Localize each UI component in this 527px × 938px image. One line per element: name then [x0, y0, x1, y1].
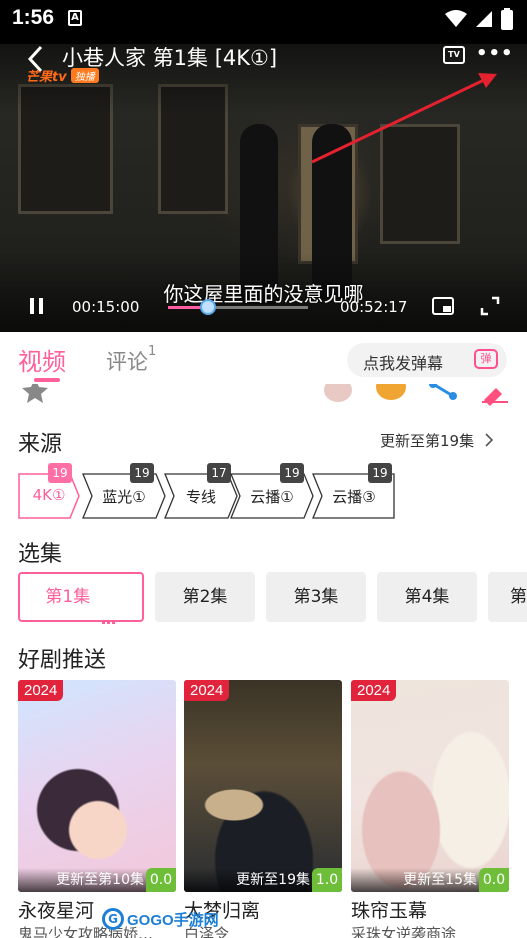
source-count: 19: [130, 463, 154, 483]
download-icon[interactable]: [376, 384, 406, 400]
recommend-card[interactable]: 2024 更新至19集 1.0 大梦归离 白泽令: [184, 680, 342, 938]
source-item-bluray[interactable]: 蓝光① 19: [82, 463, 166, 519]
avatar-icon[interactable]: [324, 384, 352, 402]
battery-icon: [501, 8, 513, 30]
source-count: 19: [48, 463, 72, 483]
recommend-title-text: 珠帘玉幕: [351, 900, 428, 922]
wifi-icon: [445, 10, 467, 27]
poster-update: 更新至第10集: [56, 872, 144, 888]
source-count: 19: [280, 463, 304, 483]
score-badge: 0.0: [479, 868, 509, 892]
episode-label: 第1集: [45, 587, 91, 607]
recommend-card[interactable]: 2024 更新至第10集 0.0 永夜星河 鬼马少女攻略病娇…: [18, 680, 176, 938]
notification-icon: A: [68, 10, 82, 26]
year-badge: 2024: [18, 680, 64, 701]
picture-in-picture-icon[interactable]: [432, 297, 454, 315]
episode-item-5[interactable]: 第: [488, 572, 527, 622]
score-badge: 0.0: [146, 868, 176, 892]
edit-icon[interactable]: [480, 384, 510, 406]
app-page: 1:56 A 小巷人家 第1集 [4K①] 芒果tv 独播 TV ••• 你这屋…: [0, 0, 527, 938]
playing-icon: [101, 590, 117, 624]
watermark-icon: G: [102, 908, 124, 930]
video-player[interactable]: 小巷人家 第1集 [4K①] 芒果tv 独播 TV ••• 你这屋里面的没意见哪…: [0, 44, 527, 332]
danmu-input[interactable]: 点我发弹幕 弹: [347, 343, 507, 377]
status-time: 1:56: [12, 6, 55, 29]
episode-item-4[interactable]: 第4集: [377, 572, 477, 622]
recommend-list: 2024 更新至第10集 0.0 永夜星河 鬼马少女攻略病娇… 2024 更新至…: [18, 680, 527, 938]
favorite-icon[interactable]: [20, 384, 50, 406]
poster-image[interactable]: 2024 更新至第10集 0.0: [18, 680, 176, 892]
poster-image[interactable]: 2024 更新至15集 0.0: [351, 680, 509, 892]
fullscreen-icon[interactable]: [480, 296, 500, 316]
tab-comment[interactable]: 评论1: [106, 344, 157, 376]
episode-list: 第1集 第2集 第3集 第4集 第: [18, 572, 527, 624]
status-bar: 1:56 A: [0, 0, 527, 44]
update-text: 更新至第19集: [380, 432, 475, 450]
total-time: 00:52:17: [340, 298, 408, 316]
current-time: 00:15:00: [72, 298, 140, 316]
source-label: 专线: [185, 488, 216, 506]
source-item-cloud1[interactable]: 云播① 19: [230, 463, 314, 519]
poster-update: 更新至19集: [236, 872, 310, 888]
year-badge: 2024: [351, 680, 397, 701]
source-item-dedicated[interactable]: 专线 17: [164, 463, 238, 519]
chevron-right-icon: [485, 433, 494, 447]
source-label: 蓝光①: [102, 488, 146, 506]
pause-icon[interactable]: [26, 296, 48, 318]
episode-item-3[interactable]: 第3集: [266, 572, 366, 622]
tab-comment-label: 评论: [106, 350, 148, 374]
poster-update: 更新至15集: [403, 872, 477, 888]
episode-item-1[interactable]: 第1集: [18, 572, 144, 624]
watermark-logo: G GOGO手游网: [102, 904, 219, 934]
recommend-desc: 采珠女逆袭商途: [351, 925, 457, 938]
recommend-title: 好剧推送: [18, 648, 107, 673]
danmu-placeholder: 点我发弹幕: [363, 354, 444, 373]
source-title: 来源: [18, 432, 63, 457]
year-badge: 2024: [184, 680, 230, 701]
source-item-4k[interactable]: 4K① 19: [18, 463, 80, 519]
score-badge: 1.0: [312, 868, 342, 892]
source-item-cloud3[interactable]: 云播③ 19: [312, 463, 396, 519]
signal-icon: [476, 11, 492, 27]
source-count: 17: [207, 463, 231, 483]
status-icons: [445, 8, 513, 30]
update-link[interactable]: 更新至第19集: [380, 430, 495, 451]
progress-bar[interactable]: [168, 299, 308, 315]
source-list: 4K① 19 蓝光① 19 专线 17 云播① 19 云播③ 19: [18, 463, 527, 523]
source-label: 云播③: [332, 488, 376, 506]
action-icon-row: [0, 384, 527, 406]
tab-video[interactable]: 视频: [18, 342, 66, 377]
recommend-card[interactable]: 2024 更新至15集 0.0 珠帘玉幕 采珠女逆袭商途: [351, 680, 509, 938]
danmu-icon[interactable]: 弹: [474, 349, 498, 369]
poster-image[interactable]: 2024 更新至19集 1.0: [184, 680, 342, 892]
tab-bar: 视频 评论1 点我发弹幕 弹: [0, 332, 527, 384]
source-label: 云播①: [250, 488, 294, 506]
tab-active-indicator: [34, 378, 60, 382]
comment-count: 1: [148, 344, 157, 359]
watermark-text: GOGO手游网: [127, 911, 219, 929]
episodes-title: 选集: [18, 542, 63, 567]
source-label: 4K①: [32, 486, 66, 504]
source-count: 19: [368, 463, 392, 483]
episode-item-2[interactable]: 第2集: [155, 572, 255, 622]
share-icon[interactable]: [428, 384, 458, 404]
